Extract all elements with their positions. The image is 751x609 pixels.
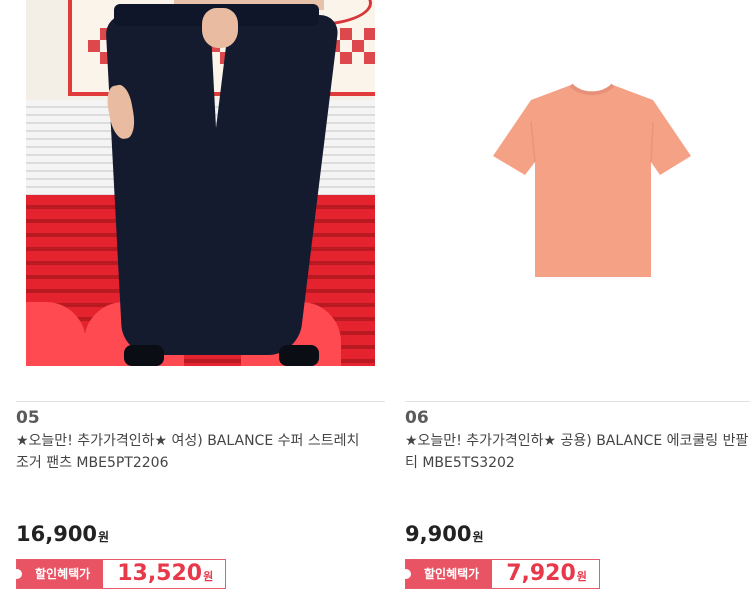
product-price: 9,900원: [405, 522, 483, 546]
product-name[interactable]: ★오늘만! 추가가격인하★ 여성) BALANCE 수퍼 스트레치 조거 팬츠 …: [16, 430, 366, 474]
product-image[interactable]: [26, 0, 375, 366]
sale-label: 할인혜택가: [11, 560, 104, 588]
sale-price-unit: 원: [576, 570, 587, 583]
sale-price-value: 7,920: [506, 561, 576, 586]
sale-price: 13,520원: [103, 560, 225, 588]
sale-price-value: 13,520: [117, 561, 203, 586]
product-card[interactable]: 06 ★오늘만! 추가가격인하★ 공용) BALANCE 에코쿨링 반팔 티 M…: [400, 0, 751, 609]
product-card[interactable]: 05 ★오늘만! 추가가격인하★ 여성) BALANCE 수퍼 스트레치 조거 …: [11, 0, 386, 609]
price-unit: 원: [472, 530, 484, 544]
price-unit: 원: [98, 530, 110, 544]
product-price: 16,900원: [16, 522, 109, 546]
product-image[interactable]: [405, 0, 750, 366]
product-number: 06: [405, 408, 429, 428]
divider: [405, 401, 750, 402]
price-value: 16,900: [16, 522, 98, 546]
divider: [16, 401, 385, 402]
sale-price-box: 할인혜택가 7,920원: [400, 559, 600, 589]
tshirt-figure: [493, 83, 691, 277]
product-number: 05: [16, 408, 40, 428]
jogger-pants-figure: [104, 0, 340, 366]
sale-label: 할인혜택가: [400, 560, 493, 588]
sale-price: 7,920원: [492, 560, 599, 588]
price-value: 9,900: [405, 522, 472, 546]
sale-price-unit: 원: [203, 570, 214, 583]
sale-price-box: 할인혜택가 13,520원: [11, 559, 227, 589]
product-name[interactable]: ★오늘만! 추가가격인하★ 공용) BALANCE 에코쿨링 반팔 티 MBE5…: [405, 430, 751, 474]
